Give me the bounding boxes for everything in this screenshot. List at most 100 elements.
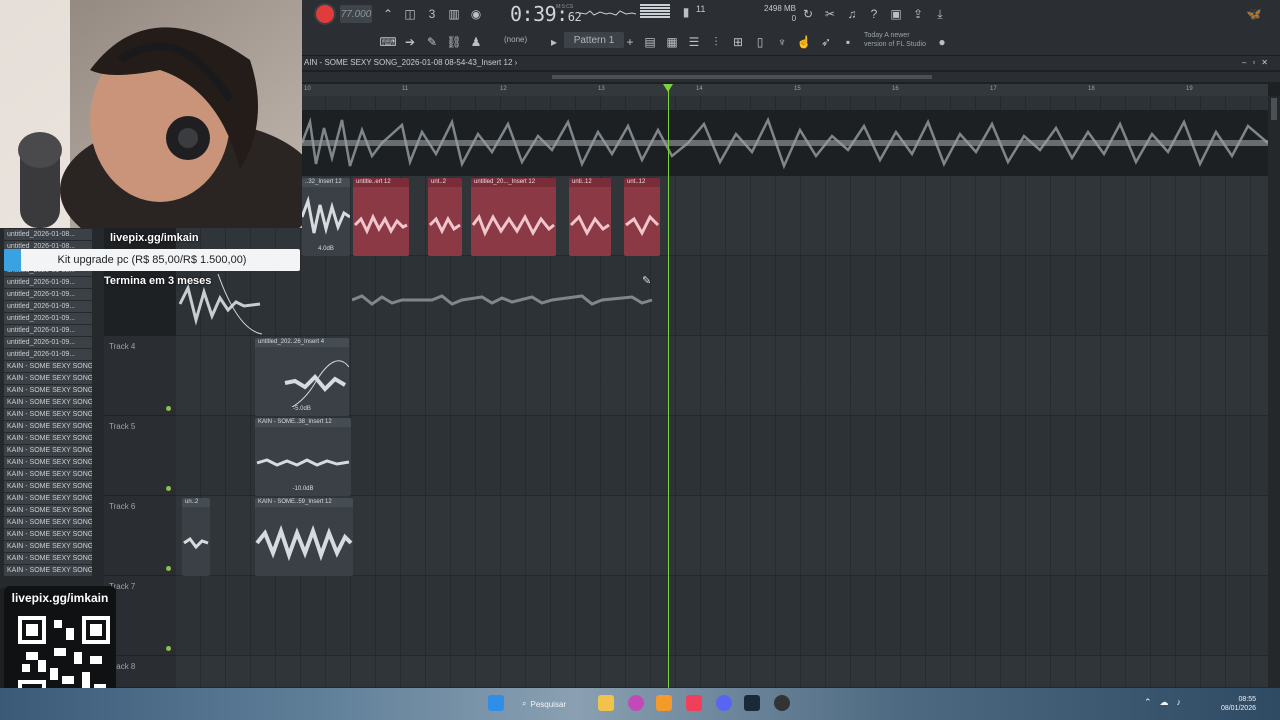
browser-item[interactable]: untitled_2026-01-09... (4, 277, 92, 288)
file-explorer-icon[interactable] (598, 695, 614, 711)
audio-clip[interactable]: ..32_Insert 12 4.0dB (302, 178, 350, 256)
audio-clip[interactable]: KAIN - SOME..59_Insert 12 (255, 498, 353, 576)
download-icon[interactable]: ⤓ (930, 4, 950, 24)
microphone-icon[interactable]: ♫ (842, 4, 862, 24)
news-panel[interactable]: Today A newer version of FL Studio (864, 31, 926, 49)
tray-icons[interactable]: ⌃☁♪ (1144, 697, 1189, 708)
audio-clip[interactable]: untitled_202..26_Insert 4 -5.0dB (255, 338, 349, 416)
audio-clip[interactable]: unti..12 (569, 178, 611, 256)
piano-roll-icon[interactable]: ▦ (662, 32, 682, 52)
browser-item[interactable]: KAIN - SOME SEXY SONG... (4, 517, 92, 528)
browser-item[interactable]: KAIN - SOME SEXY SONG... (4, 505, 92, 516)
arrow-right-icon[interactable]: ➔ (400, 32, 420, 52)
record-button[interactable] (316, 5, 334, 23)
tuner-icon[interactable]: ♆ (772, 32, 792, 52)
play-small-icon[interactable]: ▸ (544, 32, 564, 52)
browser-item[interactable]: KAIN - SOME SEXY SONG... (4, 529, 92, 540)
browser-item[interactable]: KAIN - SOME SEXY SONG... (4, 385, 92, 396)
v-scroll-thumb[interactable] (1271, 98, 1277, 120)
mixer-sliders-icon[interactable]: ⫶ (706, 32, 726, 52)
obs-icon[interactable] (774, 695, 790, 711)
save-icon[interactable]: ▣ (886, 4, 906, 24)
browser-item[interactable]: KAIN - SOME SEXY SONG... (4, 445, 92, 456)
browser-item[interactable]: KAIN - SOME SEXY SONG... (4, 565, 92, 576)
touch-icon[interactable]: ☝ (794, 32, 814, 52)
fl-studio-icon[interactable] (656, 695, 672, 711)
browser-icon[interactable]: ⊞ (728, 32, 748, 52)
playlist-h-scroll[interactable] (302, 72, 1280, 82)
link-icon[interactable]: ⛓ (444, 32, 464, 52)
master-waveform[interactable] (302, 110, 1268, 176)
browser-item[interactable]: untitled_2026-01-09... (4, 289, 92, 300)
metronome-icon[interactable]: ⌃ (378, 4, 398, 24)
step-edit-icon[interactable]: ▥ (444, 4, 464, 24)
app-icon[interactable] (628, 695, 644, 711)
browser-item[interactable]: KAIN - SOME SEXY SONG... (4, 457, 92, 468)
help-icon[interactable]: ? (864, 4, 884, 24)
h-scroll-thumb[interactable] (552, 75, 932, 79)
browser-item[interactable]: untitled_2026-01-09... (4, 349, 92, 360)
add-pattern-icon[interactable]: + (620, 32, 640, 52)
browser-item[interactable]: KAIN - SOME SEXY SONG... (4, 481, 92, 492)
audio-clip[interactable]: un..2 (182, 498, 210, 576)
browser-item[interactable]: KAIN - SOME SEXY SONG... (4, 409, 92, 420)
track-led[interactable] (166, 406, 171, 411)
lane-8[interactable] (176, 656, 1268, 688)
browser-item[interactable]: untitled_2026-01-08... (4, 229, 92, 240)
lane-3[interactable] (176, 256, 1268, 336)
send-icon[interactable]: ➶ (816, 32, 836, 52)
taskbar-search[interactable]: ⌕ Pesquisar (522, 694, 592, 714)
clock[interactable]: 08:55 08/01/2026 (1221, 695, 1256, 713)
browser-item[interactable]: KAIN - SOME SEXY SONG... (4, 493, 92, 504)
channel-rack-icon[interactable]: ☰ (684, 32, 704, 52)
discord-icon[interactable] (716, 695, 732, 711)
browser-item[interactable]: KAIN - SOME SEXY SONG... (4, 541, 92, 552)
browser-item[interactable]: KAIN - SOME SEXY SONG... (4, 469, 92, 480)
audio-clip[interactable]: unt..12 (624, 178, 660, 256)
plugin-icon[interactable]: ▯ (750, 32, 770, 52)
export-icon[interactable]: ⇪ (908, 4, 928, 24)
track-led[interactable] (166, 486, 171, 491)
playhead[interactable] (668, 86, 669, 690)
brush-icon[interactable]: ✎ (422, 32, 442, 52)
browser-item[interactable]: KAIN - SOME SEXY SONG... (4, 553, 92, 564)
wait-icon[interactable]: ◫ (400, 4, 420, 24)
track-header[interactable]: Track 6 (104, 496, 176, 576)
image-line-icon[interactable]: ● (932, 32, 952, 52)
loop-record-icon[interactable]: ◉ (466, 4, 486, 24)
track-header[interactable]: Track 5 (104, 416, 176, 496)
track-led[interactable] (166, 646, 171, 651)
countdown-icon[interactable]: 3 (422, 4, 442, 24)
mixer-icon[interactable]: ✂ (820, 4, 840, 24)
browser-item[interactable]: untitled_2026-01-09... (4, 301, 92, 312)
audio-clip[interactable]: untitle..ert 12 (353, 178, 409, 256)
window-controls[interactable]: –▫✕ (1242, 56, 1274, 70)
browser-item[interactable]: KAIN - SOME SEXY SONG... (4, 421, 92, 432)
pattern-mode[interactable]: (none) (504, 35, 527, 44)
windows-start-icon[interactable] (488, 695, 504, 711)
pattern-selector[interactable]: Pattern 1 (564, 32, 624, 48)
browser-item[interactable]: KAIN - SOME SEXY SONG... (4, 361, 92, 372)
playlist-icon[interactable]: ▤ (640, 32, 660, 52)
audio-clip[interactable]: unt..2 (428, 178, 462, 256)
track-header[interactable]: Track 4 (104, 336, 176, 416)
audio-clip[interactable]: KAIN - SOME..38_Insert 12 -10.0dB (255, 418, 351, 496)
stamp-icon[interactable]: ♟ (466, 32, 486, 52)
news-icon[interactable]: ▪ (838, 32, 858, 52)
browser-item[interactable]: untitled_2026-01-09... (4, 313, 92, 324)
lane-7[interactable] (176, 576, 1268, 656)
playlist-v-scroll[interactable] (1268, 96, 1280, 688)
browser-item[interactable]: untitled_2026-01-09... (4, 337, 92, 348)
steam-icon[interactable] (744, 695, 760, 711)
browser-item[interactable]: KAIN - SOME SEXY SONG... (4, 397, 92, 408)
file-browser[interactable]: untitled_2026-01-08... untitled_2026-01-0… (0, 226, 104, 588)
snap-icon[interactable]: ⌨ (378, 32, 398, 52)
tempo-display[interactable]: 77.000 (340, 5, 372, 23)
browser-item[interactable]: KAIN - SOME SEXY SONG... (4, 373, 92, 384)
browser-item[interactable]: KAIN - SOME SEXY SONG... (4, 433, 92, 444)
browser-item[interactable]: untitled_2026-01-09... (4, 325, 92, 336)
timeline-ruler[interactable]: 10 11 12 13 14 15 16 17 18 19 (302, 84, 1268, 96)
music-icon[interactable] (686, 695, 702, 711)
refresh-icon[interactable]: ↻ (798, 4, 818, 24)
track-led[interactable] (166, 566, 171, 571)
